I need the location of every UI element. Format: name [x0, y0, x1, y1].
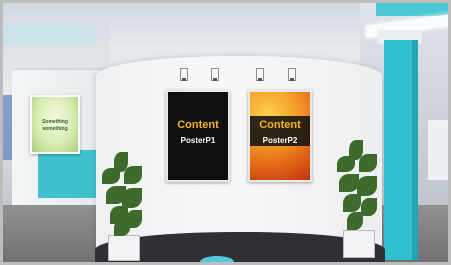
spotlight-icon — [180, 68, 188, 81]
leaf-icon — [337, 156, 355, 172]
teal-column — [384, 40, 418, 260]
left-poster-line2: something — [42, 126, 68, 132]
floor-marker — [200, 256, 234, 265]
leaf-icon — [124, 166, 142, 184]
left-teal-counter — [38, 150, 100, 198]
leaf-icon — [359, 154, 377, 172]
right-plant-pot — [343, 230, 375, 258]
poster-p2[interactable]: Content PosterP2 — [248, 90, 312, 182]
left-plant — [100, 150, 150, 261]
poster-p2-subtitle: PosterP2 — [262, 136, 298, 145]
leaf-icon — [122, 188, 142, 208]
right-top-teal-strip — [376, 2, 450, 16]
spotlight-icon — [288, 68, 296, 81]
leaf-icon — [102, 168, 120, 184]
leaf-icon — [343, 194, 361, 212]
leaf-icon — [347, 212, 363, 230]
poster-p1[interactable]: Content PosterP1 — [166, 90, 230, 182]
leaf-icon — [357, 176, 377, 196]
leaf-icon — [114, 220, 130, 236]
left-poster-line1: Something — [42, 119, 68, 125]
right-window-glow — [428, 120, 450, 180]
right-plant — [333, 140, 383, 260]
leaf-icon — [361, 198, 377, 216]
poster-p1-title: Content — [177, 119, 219, 131]
poster-p2-title: Content — [259, 119, 301, 131]
spotlight-icon — [211, 68, 219, 81]
poster-p1-subtitle: PosterP1 — [180, 136, 216, 145]
left-booth-poster[interactable]: Something something — [30, 95, 80, 154]
exhibition-scene: Something something Content PosterP1 Con… — [0, 0, 451, 265]
left-sign-strip — [0, 25, 95, 45]
leaf-icon — [339, 174, 359, 192]
spotlight-icon — [256, 68, 264, 81]
left-plant-pot — [108, 235, 140, 261]
